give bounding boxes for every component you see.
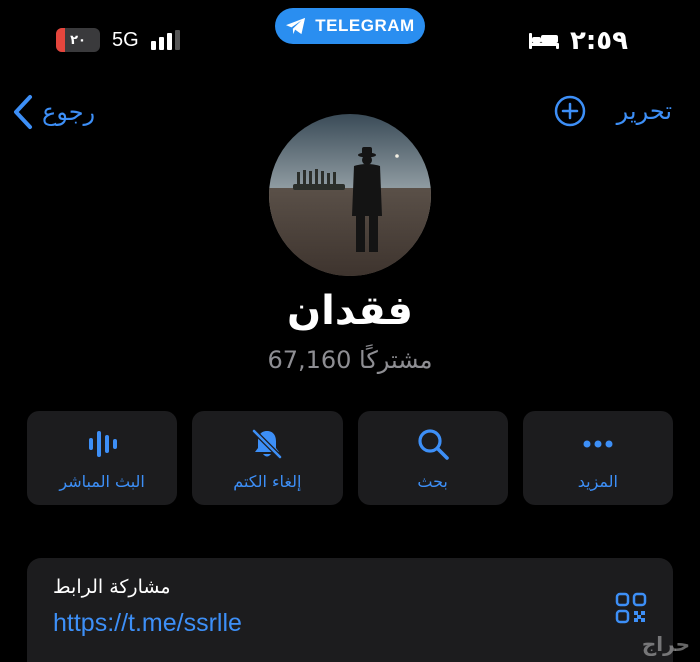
edit-button[interactable]: تحرير (617, 97, 672, 125)
share-link-card: مشاركة الرابط https://t.me/ssrlle (27, 558, 673, 662)
unmute-button[interactable]: إلغاء الكتم (192, 411, 343, 505)
search-icon (418, 428, 449, 460)
battery-percentage: ٢٠ (70, 32, 86, 48)
live-stream-icon (89, 430, 118, 457)
qr-code-icon[interactable] (615, 592, 647, 624)
live-stream-button[interactable]: البث المباشر (27, 411, 178, 505)
subscriber-count: 67,160 مشتركًا (267, 346, 433, 374)
search-label: بحث (417, 471, 448, 491)
action-buttons: المزيد بحث إلغاء الكتم البث المباشر (27, 411, 673, 505)
back-button[interactable]: رجوع (12, 94, 95, 130)
unmute-label: إلغاء الكتم (233, 471, 302, 491)
live-stream-label: البث المباشر (59, 471, 145, 491)
telegram-plane-icon (286, 17, 306, 35)
battery-charging-icon: ٢٠ (56, 28, 100, 52)
signal-icon (150, 30, 180, 50)
channel-name: فقدان (287, 288, 413, 334)
channel-link[interactable]: https://t.me/ssrlle (53, 609, 242, 638)
more-dots-icon (583, 440, 613, 447)
channel-profile-screen: ٢٠ 5G TELEGRAM ٢:٥٩ رجوع تحرير فقدان 67,… (0, 0, 700, 662)
status-bar-left: ٢٠ 5G (56, 28, 180, 52)
add-circle-icon[interactable] (553, 94, 587, 128)
battery-fill (56, 28, 65, 52)
bell-muted-icon (251, 428, 283, 459)
network-type: 5G (112, 28, 139, 51)
more-label: المزيد (577, 471, 618, 491)
back-label: رجوع (42, 98, 96, 126)
status-bar-right: ٢:٥٩ (528, 26, 628, 56)
avatar-image (269, 114, 431, 276)
nav-right-group: تحرير (553, 94, 672, 128)
share-link-title: مشاركة الرابط (53, 576, 171, 598)
sleep-focus-icon (528, 33, 559, 49)
channel-avatar[interactable] (269, 114, 431, 276)
status-time: ٢:٥٩ (569, 26, 628, 56)
chevron-left-icon (14, 95, 32, 129)
pill-label: TELEGRAM (315, 16, 415, 35)
search-button[interactable]: بحث (357, 411, 508, 505)
telegram-pill[interactable]: TELEGRAM (275, 8, 425, 44)
watermark: حراج (641, 632, 690, 656)
more-button[interactable]: المزيد (522, 411, 673, 505)
